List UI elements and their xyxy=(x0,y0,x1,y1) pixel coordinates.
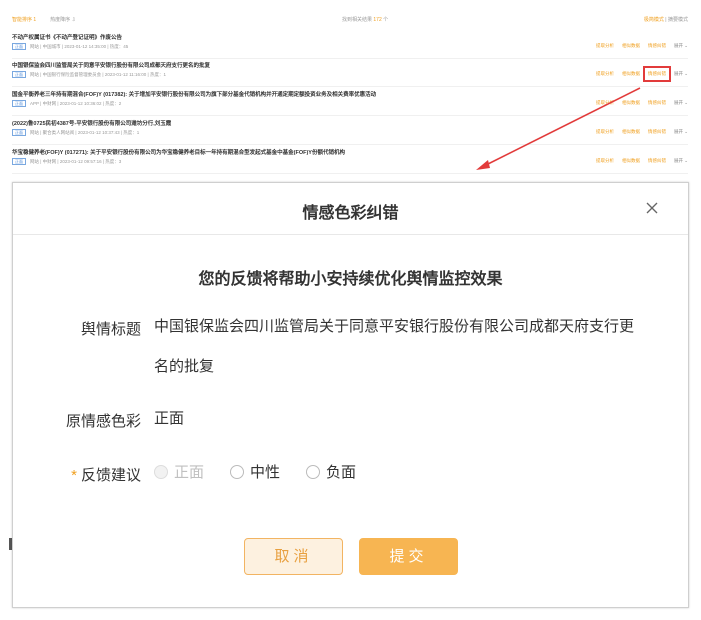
cancel-button[interactable]: 取消 xyxy=(244,538,343,575)
list-item-meta-text: 网站 | 中国银行保险监督管理委员会 | 2023-01-12 11:16:00… xyxy=(30,71,166,77)
expand-label: 展开 xyxy=(673,43,683,48)
list-item-title[interactable]: (2022)鲁0725民初4387号-平安银行股份有限公司潍坊分行,刘玉霞 xyxy=(12,119,171,127)
title-value-line2: 名的批复 xyxy=(154,358,215,375)
mode-separator: | xyxy=(665,17,667,23)
list-item-meta: 正面 网站 | 中财网 | 2023-01-12 09:57:16 | 热度：3 xyxy=(12,158,121,165)
sentiment-tag: 正面 xyxy=(12,129,26,136)
dialog-title: 情感色彩纠错 xyxy=(302,205,399,222)
result-count-prefix: 找到相关结果 xyxy=(342,17,373,23)
sentiment-correction-link[interactable]: 情感纠错 xyxy=(648,158,666,164)
mode-summary[interactable]: 摘要模式 xyxy=(668,17,688,23)
background-result-list: 智能排序 1 热度降序 ⇩ 找到相关结果 172 个 极简模式 | 摘要模式 不… xyxy=(0,0,701,180)
list-item-meta-text: 网站 | 聚合类人网站阅 | 2023-01-12 10:37:43 | 热度：… xyxy=(30,129,140,135)
similar-data-link[interactable]: 相似数据 xyxy=(622,100,640,106)
extract-analysis-link[interactable]: 提取分析 xyxy=(596,158,614,164)
expand-link[interactable]: 展开 ⌄ xyxy=(674,43,688,49)
list-item-meta-text: APP | 中财网 | 2023-01-12 10:36:02 | 热度：2 xyxy=(30,100,122,106)
similar-data-link[interactable]: 相似数据 xyxy=(622,71,640,77)
list-item: 中国银保监会四川监管局关于同意平安银行股份有限公司成都天府支行更名的批复 正面 … xyxy=(12,61,688,87)
radio-circle-icon[interactable] xyxy=(230,464,245,479)
list-item-title[interactable]: 不动产权属证书《不动产登记证明》作废公告 xyxy=(12,33,122,41)
list-item-actions: 提取分析 相似数据 情感纠错 展开 ⌄ xyxy=(596,100,688,106)
close-icon[interactable] xyxy=(644,200,660,216)
sentiment-correction-link[interactable]: 情感纠错 xyxy=(648,100,666,106)
list-item-meta-text: 网站 | 中国城市 | 2023-01-12 14:35:00 | 热度：45 xyxy=(30,43,129,49)
radio-positive: 正面 xyxy=(154,461,204,482)
list-item-actions: 提取分析 相似数据 情感纠错 展开 ⌄ xyxy=(596,129,688,135)
list-item-actions: 提取分析 相似数据 情感纠错 展开 ⌄ xyxy=(596,158,688,164)
title-value-line1: 中国银保监会四川监管局关于同意平安银行股份有限公司成都天府支行更 xyxy=(154,318,635,335)
sentiment-correction-link-highlighted[interactable]: 情感纠错 xyxy=(642,66,671,82)
list-item-meta: 正面 网站 | 聚合类人网站阅 | 2023-01-12 10:37:43 | … xyxy=(12,129,139,136)
radio-circle-icon xyxy=(154,464,168,479)
list-item-meta: 正面 APP | 中财网 | 2023-01-12 10:36:02 | 热度：… xyxy=(12,100,121,107)
result-count: 找到相关结果 172 个 xyxy=(342,16,388,23)
expand-label: 展开 xyxy=(673,158,683,163)
radio-neutral-label: 中性 xyxy=(250,464,281,481)
extract-analysis-link[interactable]: 提取分析 xyxy=(596,100,614,106)
feedback-radio-group: 正面 中性 负面 xyxy=(154,461,356,482)
list-item-title[interactable]: 国金平衡养老三年持有期混合(FOF)Y (017382): 关于增加平安银行股份… xyxy=(12,90,376,98)
expand-link[interactable]: 展开 ⌄ xyxy=(674,100,688,106)
dialog-subtitle: 您的反馈将帮助小安持续优化舆情监控效果 xyxy=(198,271,503,288)
expand-link[interactable]: 展开 ⌄ xyxy=(674,71,688,77)
radio-negative[interactable]: 负面 xyxy=(306,461,356,482)
sentiment-tag: 正面 xyxy=(12,100,26,107)
radio-neutral[interactable]: 中性 xyxy=(230,461,280,482)
sentiment-tag: 正面 xyxy=(12,158,26,165)
list-item-title[interactable]: 华宝稳健养老(FOF)Y (017271): 关于平安银行股份有限公司为华宝稳健… xyxy=(12,148,345,156)
expand-label: 展开 xyxy=(673,100,683,105)
result-count-number: 172 xyxy=(373,17,382,23)
original-sentiment-label: 原情感色彩 xyxy=(65,413,141,430)
similar-data-link[interactable]: 相似数据 xyxy=(622,129,640,135)
list-item-meta: 正面 网站 | 中国银行保险监督管理委员会 | 2023-01-12 11:16… xyxy=(12,71,166,78)
list-item: 不动产权属证书《不动产登记证明》作废公告 正面 网站 | 中国城市 | 2023… xyxy=(12,33,688,59)
list-item-actions: 提取分析 相似数据 情感纠错 展开 ⌄ xyxy=(596,43,688,49)
list-item-meta-text: 网站 | 中财网 | 2023-01-12 09:57:16 | 热度：3 xyxy=(30,158,122,164)
list-item-title[interactable]: 中国银保监会四川监管局关于同意平安银行股份有限公司成都天府支行更名的批复 xyxy=(12,61,210,69)
extract-analysis-link[interactable]: 提取分析 xyxy=(596,129,614,135)
sentiment-tag: 正面 xyxy=(12,43,26,50)
expand-label: 展开 xyxy=(673,129,683,134)
sentiment-tag: 正面 xyxy=(12,71,26,78)
list-item: (2022)鲁0725民初4387号-平安银行股份有限公司潍坊分行,刘玉霞 正面… xyxy=(12,119,688,145)
radio-negative-label: 负面 xyxy=(326,464,357,481)
result-toolbar: 智能排序 1 热度降序 ⇩ 找到相关结果 172 个 极简模式 | 摘要模式 xyxy=(12,16,688,28)
submit-button[interactable]: 提交 xyxy=(359,538,458,575)
title-label: 舆情标题 xyxy=(80,321,141,338)
sort-smart[interactable]: 智能排序 1 xyxy=(12,16,36,23)
feedback-label: * 反馈建议 xyxy=(45,464,141,485)
radio-circle-icon[interactable] xyxy=(306,464,321,479)
list-item-meta: 正面 网站 | 中国城市 | 2023-01-12 14:35:00 | 热度：… xyxy=(12,43,128,50)
sort-heat[interactable]: 热度降序 ⇩ xyxy=(50,16,76,23)
mode-compact[interactable]: 极简模式 xyxy=(644,17,664,23)
sentiment-correction-link[interactable]: 情感纠错 xyxy=(648,129,666,135)
list-item-actions: 提取分析 相似数据 情感纠错 展开 ⌄ xyxy=(596,66,688,82)
list-item: 国金平衡养老三年持有期混合(FOF)Y (017382): 关于增加平安银行股份… xyxy=(12,90,688,116)
sentiment-correction-link[interactable]: 情感纠错 xyxy=(648,43,666,49)
result-count-suffix: 个 xyxy=(383,17,389,23)
expand-link[interactable]: 展开 ⌄ xyxy=(674,129,688,135)
dialog-header: 情感色彩纠错 xyxy=(13,183,688,235)
similar-data-link[interactable]: 相似数据 xyxy=(622,43,640,49)
sentiment-correction-dialog: 情感色彩纠错 您的反馈将帮助小安持续优化舆情监控效果 舆情标题 中国银保监会四川… xyxy=(12,182,689,608)
similar-data-link[interactable]: 相似数据 xyxy=(622,158,640,164)
extract-analysis-link[interactable]: 提取分析 xyxy=(596,43,614,49)
required-star: * xyxy=(71,467,77,484)
expand-label: 展开 xyxy=(673,71,683,76)
extract-analysis-link[interactable]: 提取分析 xyxy=(596,71,614,77)
list-item: 华宝稳健养老(FOF)Y (017271): 关于平安银行股份有限公司为华宝稳健… xyxy=(12,148,688,174)
original-sentiment-value: 正面 xyxy=(154,410,185,427)
expand-link[interactable]: 展开 ⌄ xyxy=(674,158,688,164)
radio-positive-label: 正面 xyxy=(174,464,205,481)
feedback-label-text: 反馈建议 xyxy=(80,467,141,484)
